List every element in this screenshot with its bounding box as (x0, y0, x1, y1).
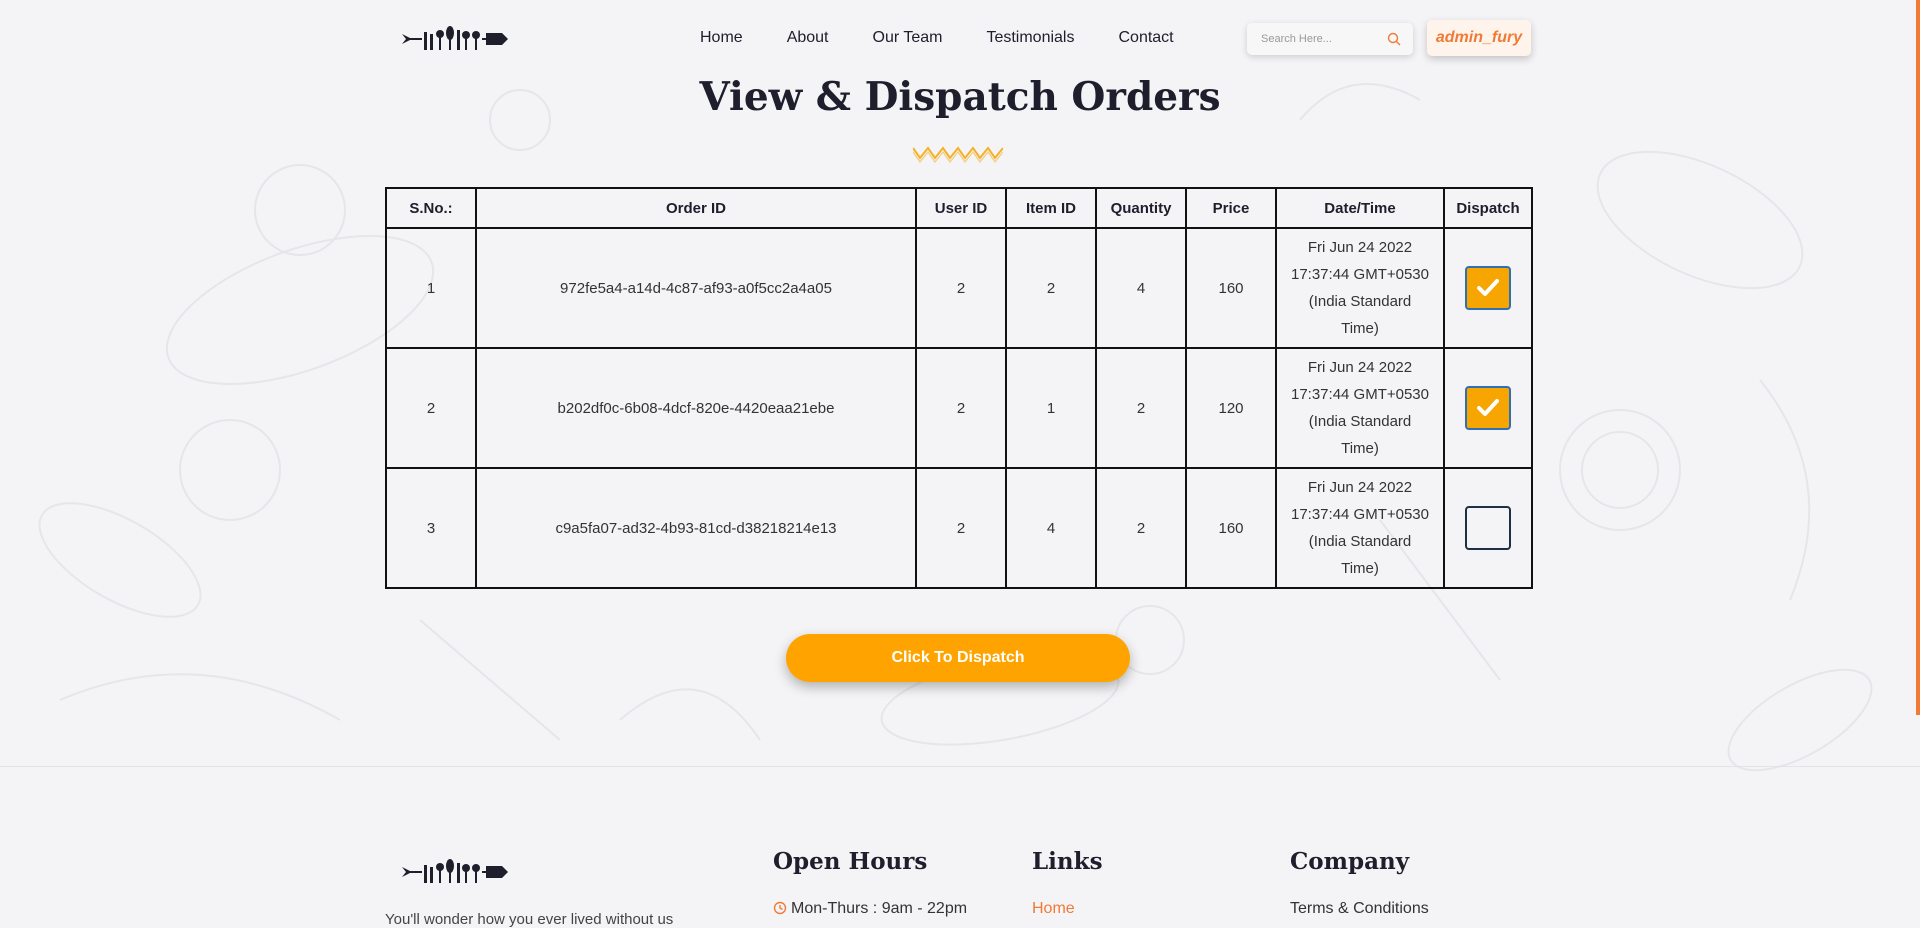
dispatch-button[interactable]: Click To Dispatch (786, 634, 1130, 682)
header-user-id: User ID (915, 187, 1007, 229)
dispatch-checkbox[interactable] (1465, 506, 1511, 550)
logo-icon[interactable] (402, 857, 508, 887)
cell-item-id: 2 (1005, 227, 1097, 349)
zigzag-icon (913, 146, 1003, 164)
cell-datetime: Fri Jun 24 2022 17:37:44 GMT+0530 (India… (1275, 467, 1445, 589)
page-title: View & Dispatch Orders (699, 74, 1221, 120)
footer-open-hours-title: Open Hours (773, 848, 928, 875)
cell-price: 160 (1185, 467, 1277, 589)
datetime-line: Fri Jun 24 2022 (1307, 479, 1413, 496)
navbar: Home About Our Team Testimonials Contact… (0, 0, 1920, 78)
footer-divider (0, 766, 1920, 767)
cell-item-id: 4 (1005, 467, 1097, 589)
check-icon (1477, 279, 1499, 296)
cell-quantity: 2 (1095, 467, 1187, 589)
nav-testimonials[interactable]: Testimonials (986, 29, 1074, 47)
nav-home[interactable]: Home (700, 29, 743, 47)
nav-links: Home About Our Team Testimonials Contact (700, 29, 1218, 47)
header-datetime: Date/Time (1275, 187, 1445, 229)
footer-company-title: Company (1290, 848, 1410, 875)
datetime-line: (India Standard (1308, 413, 1412, 430)
datetime-line: Time) (1341, 440, 1379, 457)
cell-price: 160 (1185, 227, 1277, 349)
nav-our-team[interactable]: Our Team (873, 29, 943, 47)
datetime-line: Fri Jun 24 2022 (1307, 239, 1413, 256)
cell-sno: 2 (385, 347, 477, 469)
table-row: 3 c9a5fa07-ad32-4b93-81cd-d38218214e13 2… (385, 467, 1533, 589)
datetime-line: 17:37:44 GMT+0530 (1290, 506, 1429, 523)
search-input[interactable] (1259, 32, 1393, 46)
cell-dispatch (1443, 227, 1533, 349)
cell-user-id: 2 (915, 347, 1007, 469)
table-header-row: S.No.: Order ID User ID Item ID Quantity… (385, 187, 1533, 229)
logo-icon[interactable] (402, 24, 508, 54)
cell-order-id: c9a5fa07-ad32-4b93-81cd-d38218214e13 (475, 467, 917, 589)
footer-links-title: Links (1032, 848, 1103, 875)
datetime-line: (India Standard (1308, 533, 1412, 550)
cell-datetime: Fri Jun 24 2022 17:37:44 GMT+0530 (India… (1275, 347, 1445, 469)
datetime-line: 17:37:44 GMT+0530 (1290, 266, 1429, 283)
header-price: Price (1185, 187, 1277, 229)
header-item-id: Item ID (1005, 187, 1097, 229)
nav-contact[interactable]: Contact (1118, 29, 1173, 47)
user-badge[interactable]: admin_fury (1427, 20, 1531, 56)
header-sno: S.No.: (385, 187, 477, 229)
header-quantity: Quantity (1095, 187, 1187, 229)
cell-sno: 1 (385, 227, 477, 349)
cell-dispatch (1443, 467, 1533, 589)
cell-item-id: 1 (1005, 347, 1097, 469)
header-order-id: Order ID (475, 187, 917, 229)
cell-user-id: 2 (915, 467, 1007, 589)
cell-price: 120 (1185, 347, 1277, 469)
dispatch-checkbox[interactable] (1465, 266, 1511, 310)
nav-about[interactable]: About (787, 29, 829, 47)
search-icon[interactable] (1387, 32, 1401, 46)
cell-sno: 3 (385, 467, 477, 589)
footer-hours-item: Mon-Thurs : 9am - 22pm (773, 900, 967, 918)
footer-link-terms[interactable]: Terms & Conditions (1290, 900, 1429, 918)
header-dispatch: Dispatch (1443, 187, 1533, 229)
table-row: 1 972fe5a4-a14d-4c87-af93-a0f5cc2a4a05 2… (385, 227, 1533, 349)
footer-hours-text: Mon-Thurs : 9am - 22pm (791, 900, 968, 917)
footer-tagline: You'll wonder how you ever lived without… (385, 911, 674, 928)
datetime-line: Time) (1341, 560, 1379, 577)
cell-dispatch (1443, 347, 1533, 469)
cell-order-id: b202df0c-6b08-4dcf-820e-4420eaa21ebe (475, 347, 917, 469)
clock-icon (773, 901, 787, 915)
cell-datetime: Fri Jun 24 2022 17:37:44 GMT+0530 (India… (1275, 227, 1445, 349)
check-icon (1477, 399, 1499, 416)
datetime-line: Fri Jun 24 2022 (1307, 359, 1413, 376)
cell-quantity: 2 (1095, 347, 1187, 469)
datetime-line: Time) (1341, 320, 1379, 337)
orders-table: S.No.: Order ID User ID Item ID Quantity… (385, 187, 1533, 589)
search-box (1247, 23, 1413, 55)
table-row: 2 b202df0c-6b08-4dcf-820e-4420eaa21ebe 2… (385, 347, 1533, 469)
datetime-line: (India Standard (1308, 293, 1412, 310)
cell-order-id: 972fe5a4-a14d-4c87-af93-a0f5cc2a4a05 (475, 227, 917, 349)
cell-user-id: 2 (915, 227, 1007, 349)
datetime-line: 17:37:44 GMT+0530 (1290, 386, 1429, 403)
cell-quantity: 4 (1095, 227, 1187, 349)
footer-link-home[interactable]: Home (1032, 900, 1075, 918)
dispatch-checkbox[interactable] (1465, 386, 1511, 430)
